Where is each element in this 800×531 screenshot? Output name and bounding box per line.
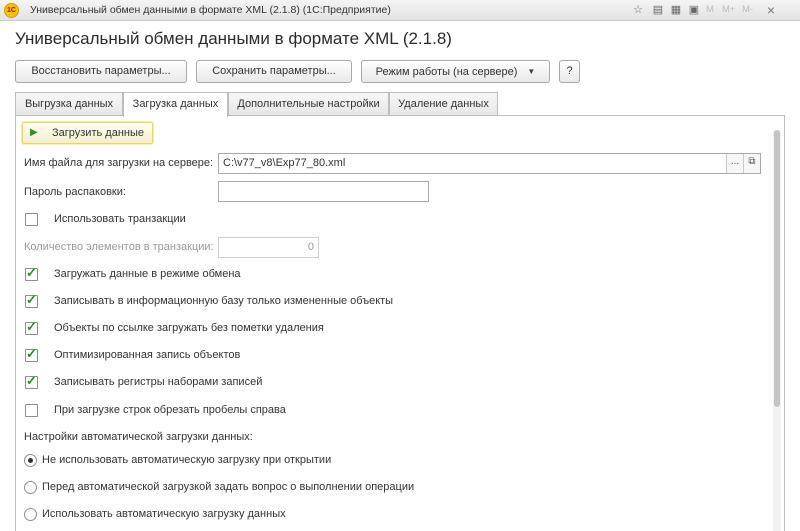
- password-label: Пароль распаковки:: [24, 186, 126, 198]
- file-name-label: Имя файла для загрузки на сервере:: [24, 157, 214, 169]
- window-titlebar: 1C Универсальный обмен данными в формате…: [0, 0, 800, 21]
- m-button[interactable]: M: [706, 4, 714, 15]
- star-icon[interactable]: ☆: [631, 3, 645, 17]
- calc-icon[interactable]: ▦: [669, 3, 683, 17]
- save-params-button[interactable]: Сохранить параметры...: [196, 60, 352, 83]
- help-button[interactable]: ?: [559, 60, 580, 83]
- window-title: Универсальный обмен данными в формате XM…: [30, 4, 391, 16]
- form-title: Универсальный обмен данными в формате XM…: [15, 29, 452, 48]
- restore-params-button[interactable]: Восстановить параметры...: [15, 60, 187, 83]
- checkmark-icon: ✓: [26, 346, 37, 361]
- doc-icon[interactable]: ▤: [651, 3, 665, 17]
- tab-additional-settings[interactable]: Дополнительные настройки: [228, 92, 389, 116]
- tab-import[interactable]: Загрузка данных: [123, 92, 228, 117]
- option-checkbox-record-sets[interactable]: ✓: [25, 373, 38, 389]
- option-label-trim-spaces: При загрузке строк обрезать пробелы спра…: [54, 404, 286, 416]
- option-checkbox-exchange-mode[interactable]: ✓: [25, 265, 38, 281]
- calendar-icon[interactable]: ▣: [687, 3, 701, 17]
- tab-export[interactable]: Выгрузка данных: [15, 92, 123, 116]
- option-label-changed-only: Записывать в информационную базу только …: [54, 295, 394, 307]
- auto-load-option-ask-label: Перед автоматической загрузкой задать во…: [42, 481, 415, 493]
- option-checkbox-changed-only[interactable]: ✓: [25, 292, 38, 308]
- auto-load-option-use-label: Использовать автоматическую загрузку дан…: [42, 508, 286, 520]
- m-minus-button[interactable]: M-: [742, 4, 753, 15]
- file-name-value: C:\v77_v8\Exp77_80.xml: [223, 157, 346, 169]
- option-label-optimized-write: Оптимизированная запись объектов: [54, 349, 241, 361]
- file-name-input[interactable]: C:\v77_v8\Exp77_80.xml: [218, 153, 761, 174]
- option-label-record-sets: Записывать регистры наборами записей: [54, 376, 263, 388]
- app-logo-icon[interactable]: 1C: [4, 3, 19, 18]
- play-icon: ▶: [30, 127, 38, 138]
- auto-load-radio-use[interactable]: [24, 508, 37, 521]
- help-label: ?: [566, 65, 573, 77]
- open-file-icon[interactable]: ⧉: [743, 154, 760, 173]
- option-checkbox-trim-spaces[interactable]: [25, 404, 38, 417]
- use-transactions-checkbox[interactable]: [25, 213, 38, 226]
- option-checkbox-no-deletion-mark[interactable]: ✓: [25, 319, 38, 335]
- load-data-label: Загрузить данные: [52, 127, 144, 139]
- mode-dropdown[interactable]: Режим работы (на сервере) ▼: [361, 60, 550, 83]
- password-input[interactable]: [218, 181, 429, 202]
- chevron-down-icon: ▼: [527, 67, 536, 76]
- mode-label: Режим работы (на сервере): [375, 66, 518, 78]
- checkmark-icon: ✓: [26, 265, 37, 280]
- checkmark-icon: ✓: [26, 373, 37, 388]
- auto-load-radio-ask[interactable]: [24, 481, 37, 494]
- select-file-button[interactable]: ...: [726, 154, 743, 173]
- load-data-button[interactable]: ▶ Загрузить данные: [22, 122, 153, 144]
- option-checkbox-optimized-write[interactable]: ✓: [25, 346, 38, 362]
- auto-load-radio-disabled[interactable]: [24, 454, 37, 467]
- radio-dot-icon: [28, 458, 33, 463]
- tab-delete-data[interactable]: Удаление данных: [389, 92, 498, 116]
- scrollbar-thumb[interactable]: [774, 130, 780, 407]
- transaction-count-input[interactable]: 0: [218, 237, 319, 258]
- close-icon[interactable]: ×: [764, 3, 778, 17]
- transaction-count-value: 0: [307, 241, 314, 253]
- restore-params-label: Восстановить параметры...: [31, 65, 171, 77]
- use-transactions-label: Использовать транзакции: [54, 213, 186, 225]
- transaction-count-label: Количество элементов в транзакции:: [24, 241, 214, 253]
- option-label-no-deletion-mark: Объекты по ссылке загружать без пометки …: [54, 322, 324, 334]
- option-label-exchange-mode: Загружать данные в режиме обмена: [54, 268, 241, 280]
- checkmark-icon: ✓: [26, 292, 37, 307]
- auto-load-option-disabled-label: Не использовать автоматическую загрузку …: [42, 454, 332, 466]
- checkmark-icon: ✓: [26, 319, 37, 334]
- save-params-label: Сохранить параметры...: [212, 65, 336, 77]
- auto-load-label: Настройки автоматической загрузки данных…: [24, 431, 253, 443]
- m-plus-button[interactable]: M+: [722, 4, 735, 15]
